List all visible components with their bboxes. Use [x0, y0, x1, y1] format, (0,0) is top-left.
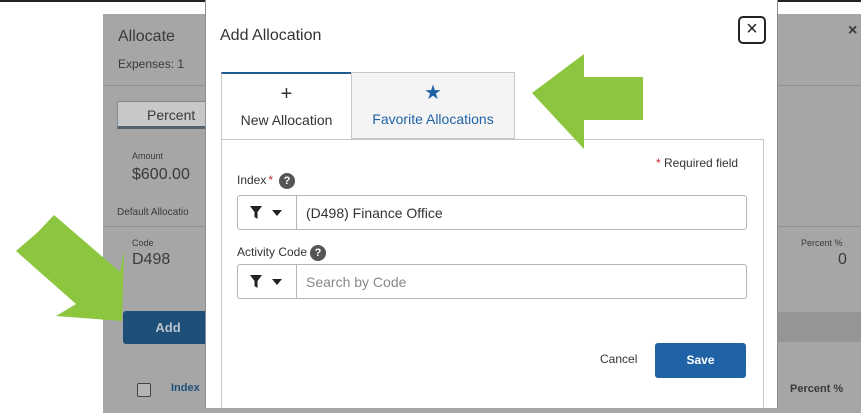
- index-field[interactable]: (D498) Finance Office: [237, 195, 747, 230]
- background-column-index[interactable]: Index: [171, 382, 200, 394]
- activity-filter-dropdown[interactable]: [238, 265, 297, 298]
- tab-favorite-allocations[interactable]: ★ Favorite Allocations: [351, 72, 515, 139]
- required-star: *: [656, 156, 661, 170]
- modal-title: Add Allocation: [220, 27, 322, 44]
- filter-icon: [250, 275, 282, 288]
- background-percent-label: Percent %: [801, 238, 843, 248]
- activity-code-label: Activity Code?: [237, 245, 327, 261]
- index-filter-dropdown[interactable]: [238, 196, 297, 229]
- index-required-star: *: [268, 173, 274, 188]
- background-percent-toggle[interactable]: Percent: [117, 101, 217, 129]
- tab-favorite-allocations-label: Favorite Allocations: [372, 111, 494, 127]
- tab-new-allocation-label: New Allocation: [240, 112, 333, 128]
- activity-code-field[interactable]: Search by Code: [237, 264, 747, 299]
- chevron-down-icon: [272, 210, 282, 216]
- tab-new-allocation[interactable]: + New Allocation: [221, 72, 352, 140]
- background-add-button[interactable]: Add: [123, 311, 213, 344]
- activity-code-search-input[interactable]: Search by Code: [306, 274, 406, 290]
- background-amount-label: Amount: [132, 151, 164, 161]
- background-column-percent[interactable]: Percent %: [790, 383, 843, 395]
- add-allocation-modal: Add Allocation × + New Allocation ★ Favo…: [205, 0, 778, 408]
- activity-code-label-text: Activity Code: [237, 245, 308, 260]
- index-help-icon[interactable]: ?: [279, 173, 296, 189]
- background-percent-toggle-label: Percent: [147, 107, 196, 123]
- required-field-note: * Required field: [656, 156, 738, 170]
- background-title: Allocate: [118, 28, 175, 45]
- star-icon: ★: [424, 82, 442, 104]
- background-default-allocation: Default Allocatio: [117, 207, 189, 218]
- required-field-text: Required field: [664, 156, 739, 170]
- plus-icon: +: [280, 83, 293, 105]
- background-select-all-checkbox[interactable]: [137, 383, 151, 397]
- background-percent-value: 0: [838, 251, 847, 268]
- activity-help-icon[interactable]: ?: [310, 245, 327, 261]
- index-input-value[interactable]: (D498) Finance Office: [306, 205, 443, 221]
- background-code-label: Code: [132, 238, 154, 248]
- index-label-text: Index: [237, 173, 267, 188]
- save-button[interactable]: Save: [655, 343, 746, 378]
- cancel-button[interactable]: Cancel: [600, 352, 637, 366]
- background-amount-value: $600.00: [132, 166, 190, 183]
- close-icon[interactable]: ×: [738, 16, 766, 44]
- chevron-down-icon: [272, 279, 282, 285]
- background-close-icon[interactable]: ×: [848, 22, 857, 40]
- index-label: Index *?: [237, 173, 296, 189]
- background-expenses-count: Expenses: 1: [118, 57, 185, 71]
- filter-icon: [250, 206, 282, 219]
- background-code-value: D498: [132, 251, 171, 268]
